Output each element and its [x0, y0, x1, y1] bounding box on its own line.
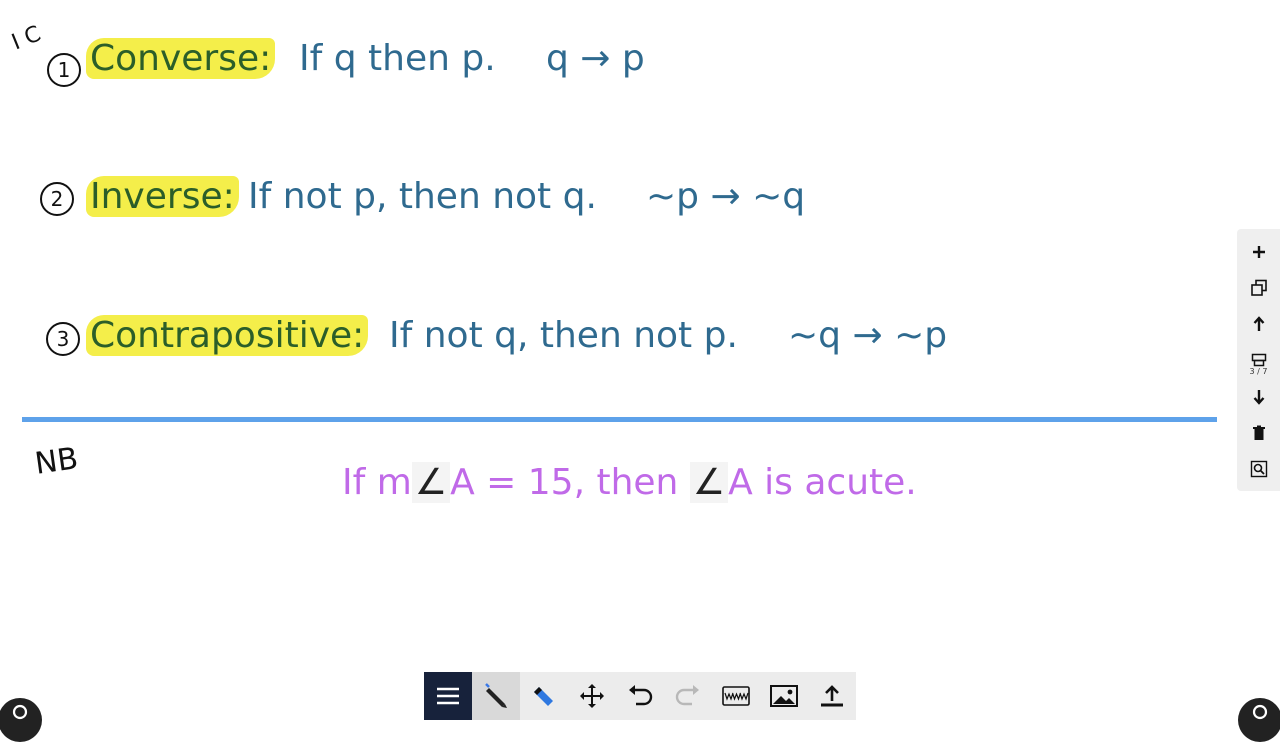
arrow-down-icon	[1253, 389, 1264, 405]
right-corner-button[interactable]	[1238, 698, 1280, 742]
duplicate-page-button[interactable]	[1244, 273, 1274, 302]
upload-icon	[821, 685, 843, 707]
statement-symbol-1: q → p	[546, 38, 645, 79]
move-page-down-button[interactable]	[1244, 382, 1274, 411]
note-mid: A = 15, then	[450, 462, 690, 503]
zoom-icon	[1250, 461, 1267, 478]
handwritten-nb: NB	[32, 441, 81, 482]
redo-icon	[675, 685, 699, 706]
add-page-button[interactable]	[1244, 237, 1274, 266]
statement-symbol-3: ~q → ~p	[788, 315, 948, 356]
term-inverse: Inverse:	[86, 176, 239, 217]
term-converse: Converse:	[86, 38, 276, 79]
eraser-icon	[534, 687, 553, 706]
move-tool-button[interactable]	[568, 672, 616, 720]
statement-symbol-2: ~p → ~q	[646, 176, 806, 217]
left-corner-button[interactable]	[0, 698, 42, 742]
note-after: A is acute.	[728, 462, 917, 503]
number-circle-3: 3	[46, 322, 80, 356]
number-circle-1: 1	[47, 53, 81, 87]
move-icon	[580, 684, 604, 708]
note-before: If m	[342, 462, 412, 503]
upload-button[interactable]	[808, 672, 856, 720]
insert-image-button[interactable]	[760, 672, 808, 720]
www-icon	[722, 686, 750, 706]
statement-text-3: If not q, then not p.	[389, 315, 738, 356]
pen-icon	[485, 683, 507, 708]
web-embed-button[interactable]	[712, 672, 760, 720]
undo-button[interactable]	[616, 672, 664, 720]
pen-tool-button[interactable]	[472, 672, 520, 720]
undo-icon	[629, 685, 653, 706]
bottom-toolbar	[424, 672, 856, 720]
refresh-icon	[12, 704, 28, 720]
eraser-tool-button[interactable]	[520, 672, 568, 720]
zoom-page-button[interactable]	[1244, 455, 1274, 484]
refresh-icon	[1252, 704, 1268, 720]
angle-symbol-2: ∠	[689, 462, 729, 503]
trash-icon	[1252, 425, 1265, 441]
delete-page-button[interactable]	[1244, 418, 1274, 447]
pages-icon	[1251, 354, 1266, 367]
menu-button[interactable]	[424, 672, 472, 720]
page-sidebar: 3 / 7	[1237, 229, 1280, 491]
angle-symbol-1: ∠	[411, 462, 451, 503]
menu-icon	[437, 687, 459, 705]
page-indicator: 3 / 7	[1249, 367, 1268, 377]
divider-line	[22, 417, 1217, 422]
redo-button[interactable]	[664, 672, 712, 720]
image-icon	[770, 685, 798, 707]
plus-icon	[1252, 245, 1265, 258]
move-page-up-button[interactable]	[1244, 310, 1274, 339]
number-circle-2: 2	[40, 182, 74, 216]
statement-text-2: If not p, then not q.	[248, 176, 597, 217]
handwritten-ic: I C	[8, 21, 45, 56]
term-contrapositive: Contrapositive:	[86, 315, 369, 356]
arrow-up-icon	[1253, 316, 1264, 332]
duplicate-icon	[1250, 279, 1267, 296]
statement-text-1: If q then p.	[299, 38, 496, 79]
note-statement: If m∠A = 15, then ∠A is acute.	[342, 462, 917, 503]
